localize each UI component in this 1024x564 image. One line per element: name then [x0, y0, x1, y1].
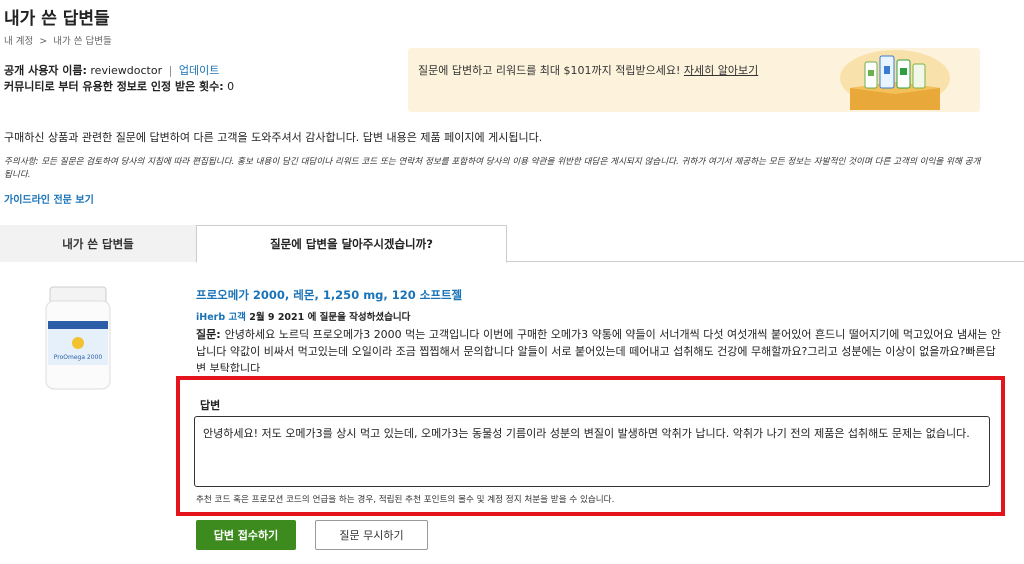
rewards-promo-banner: 질문에 답변하고 리워드를 최대 $101까지 적립받으세요! 자세히 알아보기	[408, 48, 980, 112]
notice-label: 주의사항:	[4, 157, 39, 167]
public-name-value: reviewdoctor	[90, 64, 163, 77]
tab-answer-questions[interactable]: 질문에 답변을 달아주시겠습니까?	[196, 225, 507, 263]
breadcrumb-item-answers[interactable]: 내가 쓴 답변들	[53, 36, 111, 47]
page-title: 내가 쓴 답변들	[4, 9, 110, 29]
ignore-question-button[interactable]: 질문 무시하기	[315, 520, 428, 550]
update-link[interactable]: 업데이트	[179, 64, 219, 77]
question-body: 안녕하세요 노르딕 프로오메가3 2000 먹는 고객입니다 이번에 구매한 오…	[196, 328, 1001, 372]
tab-bar: 내가 쓴 답변들 질문에 답변을 달아주시겠습니까?	[0, 225, 1024, 263]
asker-info: iHerb 고객 2월 9 2021 에 질문을 작성하셨습니다	[196, 309, 410, 323]
asker-date: 2월 9 2021 에 질문을 작성하셨습니다	[249, 312, 411, 323]
helpful-count-row: 커뮤니티로 부터 유용한 정보로 인정 받은 횟수: 0	[4, 79, 234, 95]
answer-highlight-box: 답변 안녕하세요! 저도 오메가3를 상시 먹고 있는데, 오메가3는 동물성 …	[176, 376, 1005, 516]
answer-policy-note: 추천 코드 혹은 프로모션 코드의 언급을 하는 경우, 적립된 추천 포인트의…	[196, 495, 615, 505]
helpful-count-label: 커뮤니티로 부터 유용한 정보로 인정 받은 횟수:	[4, 80, 224, 93]
question-text: 질문: 안녕하세요 노르딕 프로오메가3 2000 먹는 고객입니다 이번에 구매…	[196, 326, 1001, 372]
guidelines-link[interactable]: 가이드라인 전문 보기	[4, 191, 94, 206]
notice-text: 주의사항: 모든 질문은 검토하여 당사의 지침에 따라 편집됩니다. 홍보 내…	[4, 156, 984, 182]
promo-text-block: 질문에 답변하고 리워드를 최대 $101까지 적립받으세요! 자세히 알아보기	[418, 61, 818, 81]
public-name-row: 공개 사용자 이름: reviewdoctor | 업데이트	[4, 63, 234, 79]
profile-info: 공개 사용자 이름: reviewdoctor | 업데이트 커뮤니티로 부터 …	[4, 63, 234, 95]
breadcrumb-separator: >	[39, 36, 48, 47]
breadcrumb-item-account[interactable]: 내 계정	[4, 36, 33, 47]
separator: |	[168, 64, 173, 77]
submit-answer-button[interactable]: 답변 접수하기	[196, 520, 296, 550]
breadcrumb: 내 계정 > 내가 쓴 답변들	[4, 33, 115, 47]
answer-label: 답변	[200, 399, 221, 412]
product-title-link[interactable]: 프로오메가 2000, 레몬, 1,250 mg, 120 소프트젤	[196, 287, 462, 303]
helpful-count-value: 0	[227, 80, 235, 93]
promo-text: 질문에 답변하고 리워드를 최대 $101까지 적립받으세요!	[418, 64, 681, 77]
notice-body: 모든 질문은 검토하여 당사의 지침에 따라 편집됩니다. 홍보 내용이 담긴 …	[4, 157, 981, 180]
product-box-icon	[840, 50, 950, 110]
bottle-label-text: ProOmega 2000	[54, 354, 103, 361]
supplement-bottle-image: ProOmega 2000	[45, 286, 111, 390]
tab-my-answers[interactable]: 내가 쓴 답변들	[0, 225, 196, 262]
question-label: 질문:	[196, 328, 221, 341]
asker-name: iHerb 고객	[196, 312, 246, 323]
answer-textarea[interactable]: 안녕하세요! 저도 오메가3를 상시 먹고 있는데, 오메가3는 동물성 기름이…	[194, 416, 990, 487]
public-name-label: 공개 사용자 이름:	[4, 64, 87, 77]
intro-text: 구매하신 상품과 관련한 질문에 답변하여 다른 고객을 도와주셔서 감사합니다…	[4, 131, 543, 144]
promo-learn-more-link[interactable]: 자세히 알아보기	[684, 64, 758, 77]
